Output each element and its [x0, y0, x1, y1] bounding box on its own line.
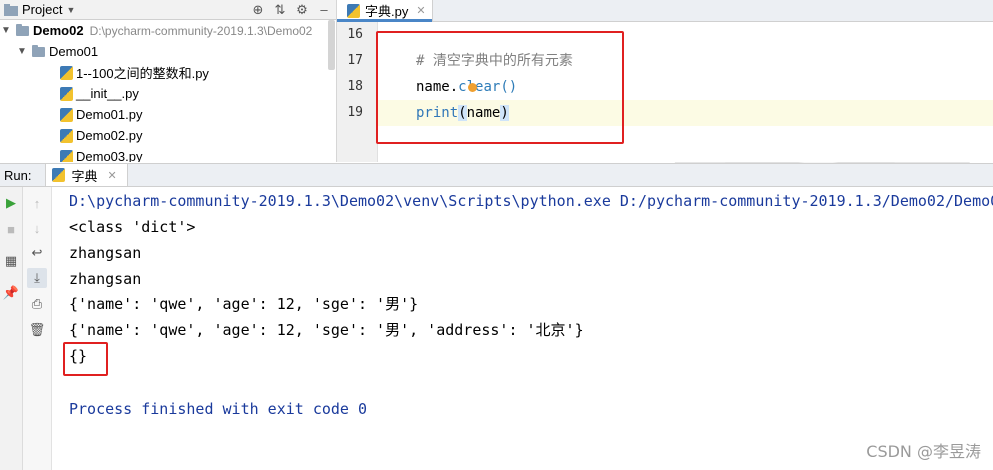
- chevron-down-icon[interactable]: ▼: [0, 25, 12, 36]
- project-panel-header: Project ▼ ⊕ ⇅ ⚙ –: [0, 0, 336, 20]
- code-method: clear: [458, 79, 501, 95]
- line-number: 18: [347, 79, 363, 94]
- code-parens: (): [500, 79, 518, 95]
- chevron-down-icon[interactable]: ▼: [16, 46, 28, 57]
- project-panel-title: Project: [22, 2, 63, 17]
- pin-icon[interactable]: 📌: [1, 283, 21, 303]
- editor-tab-label: 字典.py: [365, 4, 409, 19]
- console-line-command: D:\pycharm-community-2019.1.3\Demo02\ven…: [69, 192, 993, 210]
- code-comment: # 清空字典中的所有元素: [416, 53, 573, 69]
- editor-tab-bar: 字典.py ✕: [337, 0, 993, 22]
- code-line[interactable]: name.clear(): [378, 74, 993, 100]
- tree-file[interactable]: 1--100之间的整数和.py: [0, 62, 336, 83]
- python-file-icon: [60, 86, 73, 101]
- code-builtin: print: [416, 105, 459, 121]
- run-toolbar-primary: ▶ ■ ▦ 📌: [0, 187, 23, 470]
- run-toolbar-secondary: ↑ ↓ ↩ ⤓ ⎙ 🗑: [23, 187, 52, 470]
- hide-icon[interactable]: –: [316, 0, 332, 19]
- line-number: 19: [347, 105, 363, 120]
- gear-icon[interactable]: ⚙: [294, 0, 310, 19]
- project-scrollbar[interactable]: [328, 20, 335, 70]
- console-line: <class 'dict'>: [69, 218, 196, 236]
- watermark: CSDN @李昱涛: [866, 442, 981, 461]
- soft-wrap-icon[interactable]: ↩: [27, 243, 47, 263]
- console-line: {'name': 'qwe', 'age': 12, 'sge': '男'}: [69, 295, 419, 313]
- line-number: 16: [347, 27, 363, 42]
- python-file-icon: [52, 168, 66, 182]
- python-file-icon: [60, 149, 73, 162]
- project-view-selector[interactable]: Project ▼: [0, 2, 75, 17]
- console-line-exit: Process finished with exit code 0: [69, 400, 368, 418]
- tree-file[interactable]: Demo03.py: [0, 146, 336, 162]
- scroll-to-end-icon[interactable]: ⤓: [27, 268, 47, 288]
- python-file-icon: [60, 65, 73, 80]
- layout-icon[interactable]: ▦: [1, 251, 21, 271]
- python-file-icon: [60, 128, 73, 143]
- tree-file[interactable]: Demo02.py: [0, 125, 336, 146]
- python-file-icon: [347, 3, 360, 18]
- file-name: Demo03.py: [76, 149, 143, 162]
- code-paren-close: ): [500, 105, 509, 121]
- arrow-up-icon[interactable]: ↑: [27, 193, 47, 213]
- trash-icon[interactable]: 🗑: [27, 320, 47, 340]
- code-editor: 字典.py ✕ 16 17 18 19 # 清空字典中的所有元素 name.cl…: [337, 0, 993, 162]
- tree-folder[interactable]: ▼ Demo01: [0, 41, 336, 62]
- folder-icon: [4, 3, 18, 16]
- folder-icon: [16, 23, 29, 36]
- stop-icon[interactable]: ■: [1, 219, 21, 239]
- code-identifier: name: [416, 79, 450, 95]
- code-line[interactable]: # 清空字典中的所有元素: [378, 48, 993, 74]
- tree-file[interactable]: Demo01.py: [0, 104, 336, 125]
- close-icon[interactable]: ✕: [107, 169, 116, 182]
- file-name: Demo01.py: [76, 107, 143, 122]
- root-folder-name: Demo02: [33, 23, 84, 38]
- chevron-down-icon: ▼: [66, 4, 76, 15]
- file-name: 1--100之间的整数和.py: [76, 66, 209, 81]
- locate-icon[interactable]: ⊕: [250, 0, 266, 19]
- tree-file[interactable]: __init__.py: [0, 83, 336, 104]
- console-line: zhangsan: [69, 270, 142, 288]
- folder-icon: [32, 44, 45, 57]
- console-line: {'name': 'qwe', 'age': 12, 'sge': '男', '…: [69, 321, 584, 339]
- file-name: Demo02.py: [76, 128, 143, 143]
- run-console[interactable]: D:\pycharm-community-2019.1.3\Demo02\ven…: [52, 187, 993, 470]
- code-line[interactable]: [378, 22, 993, 48]
- python-file-icon: [60, 107, 73, 122]
- collapse-icon[interactable]: ⇅: [272, 0, 288, 19]
- arrow-down-icon[interactable]: ↓: [27, 218, 47, 238]
- root-folder-path: D:\pycharm-community-2019.1.3\Demo02: [89, 23, 313, 38]
- code-paren-open: (: [458, 105, 467, 121]
- line-number-gutter: 16 17 18 19: [337, 22, 378, 162]
- run-label: Run:: [4, 167, 32, 183]
- code-argument: name: [466, 105, 501, 121]
- code-dot: .: [449, 79, 459, 95]
- folder-name: Demo01: [49, 44, 99, 59]
- lightbulb-icon[interactable]: [468, 83, 477, 92]
- print-icon[interactable]: ⎙: [27, 294, 47, 314]
- console-line: zhangsan: [69, 244, 142, 262]
- line-number: 17: [347, 53, 363, 68]
- run-tool-window-header: Run: 字典 ✕: [0, 163, 993, 187]
- run-tab[interactable]: 字典 ✕: [45, 164, 128, 186]
- run-tab-label: 字典: [71, 168, 98, 184]
- close-icon[interactable]: ✕: [416, 4, 425, 17]
- file-name: __init__.py: [76, 86, 139, 101]
- editor-tab[interactable]: 字典.py ✕: [337, 0, 433, 22]
- rerun-icon[interactable]: ▶: [1, 193, 21, 213]
- tree-root[interactable]: ▼ Demo02 D:\pycharm-community-2019.1.3\D…: [0, 20, 336, 41]
- console-line: {}: [69, 347, 88, 365]
- project-panel: Project ▼ ⊕ ⇅ ⚙ – ▼ Demo02 D:\pycharm-co…: [0, 0, 337, 162]
- code-line-current[interactable]: print(name): [378, 100, 993, 126]
